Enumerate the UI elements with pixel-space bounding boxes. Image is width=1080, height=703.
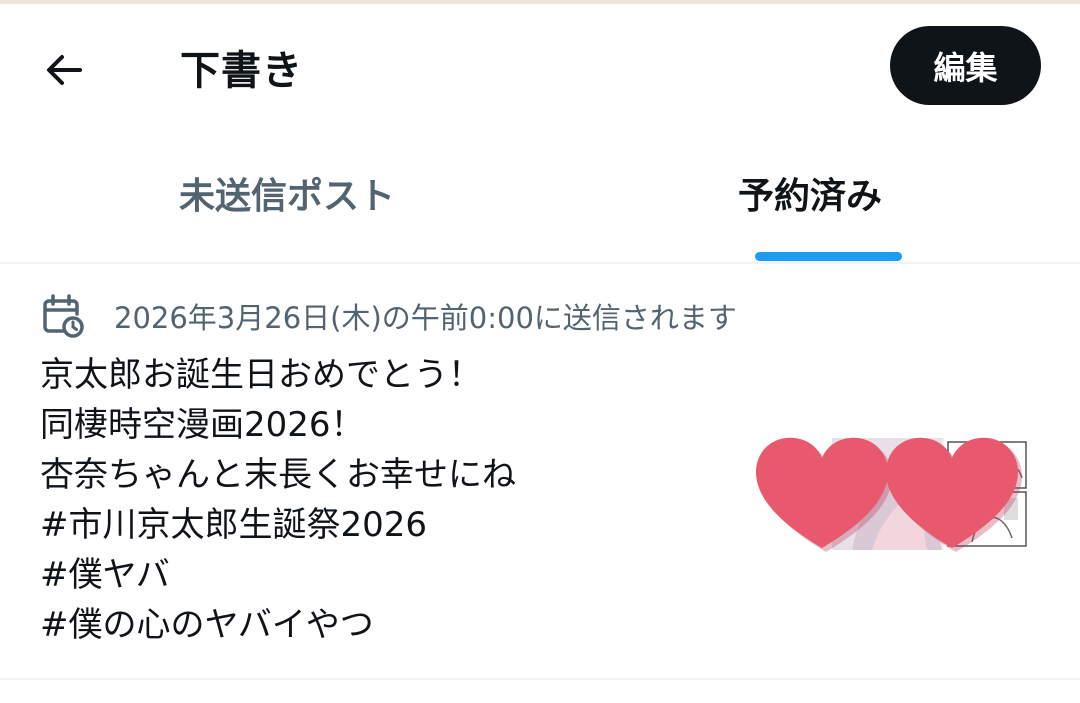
tab-unsent-posts[interactable]: 未送信ポスト — [20, 124, 555, 262]
arrow-left-icon — [47, 55, 82, 85]
post-text: 京太郎お誕生日おめでとう！ 同棲時空漫画2026！ 杏奈ちゃんと末長くお幸せにね… — [40, 350, 730, 650]
heart-icon — [756, 437, 892, 552]
tab-scheduled[interactable]: 予約済み — [540, 124, 1080, 262]
header: 下書き 編集 — [0, 4, 1080, 124]
scheduled-post-item[interactable]: 2026年3月26日(木)の午前0:00に送信されます 京太郎お誕生日おめでとう… — [0, 266, 1080, 680]
edit-button[interactable]: 編集 — [890, 26, 1041, 105]
post-line: 京太郎お誕生日おめでとう！ — [40, 355, 482, 395]
heart-icon — [886, 437, 1022, 552]
calendar-clock-icon — [43, 294, 84, 338]
post-line: #市川京太郎生誕祭2026 — [40, 505, 428, 545]
media-thumbnail[interactable] — [752, 432, 1032, 552]
tab-selected-indicator — [755, 252, 902, 261]
post-line: 杏奈ちゃんと末長くお幸せにね — [40, 455, 516, 495]
schedule-row: 2026年3月26日(木)の午前0:00に送信されます — [40, 294, 737, 338]
post-line: 同棲時空漫画2026！ — [40, 405, 365, 445]
schedule-text: 2026年3月26日(木)の午前0:00に送信されます — [114, 301, 737, 335]
tab-bar: 未送信ポスト 予約済み — [0, 124, 1080, 264]
page-title: 下書き — [180, 48, 303, 94]
post-line: #僕ヤバ — [40, 555, 170, 595]
back-button[interactable] — [38, 44, 90, 96]
post-line: #僕の心のヤバイやつ — [40, 605, 374, 645]
